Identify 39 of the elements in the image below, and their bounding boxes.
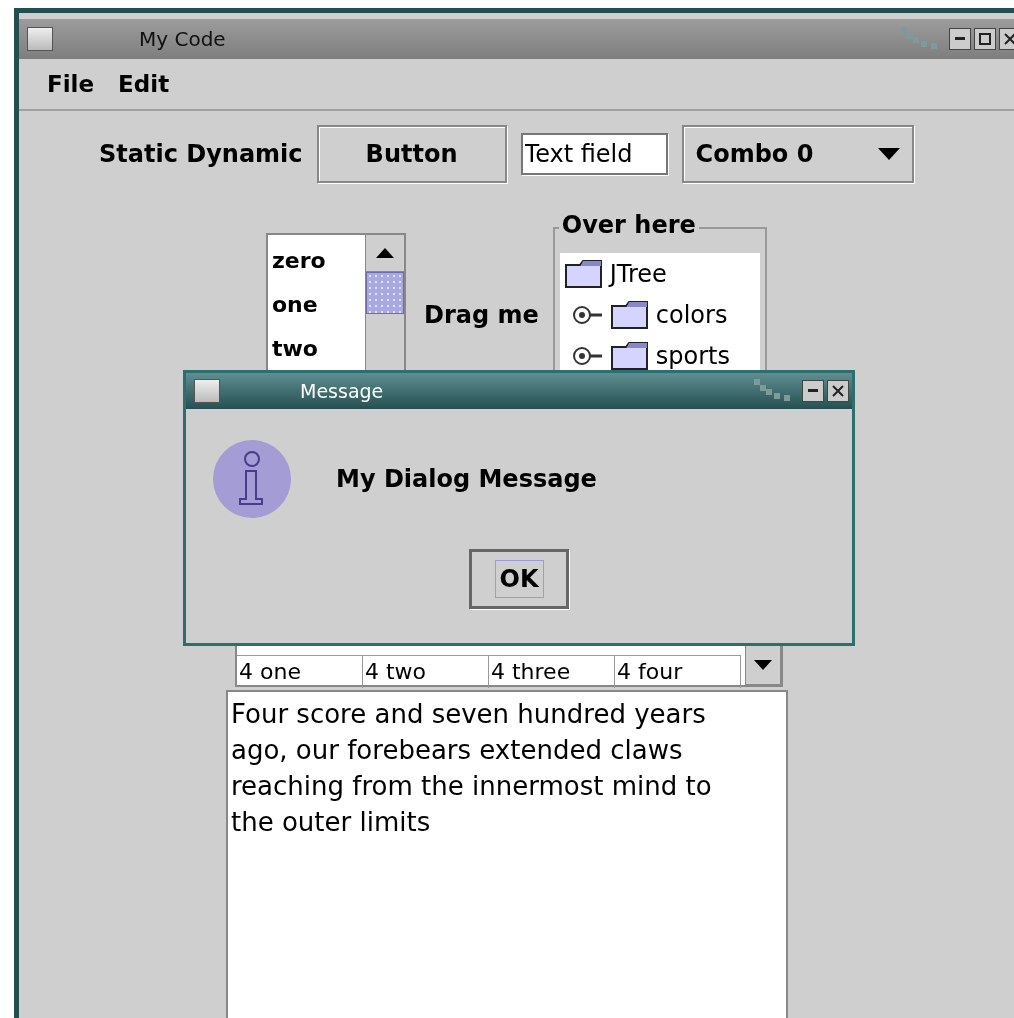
maximize-icon (979, 33, 991, 45)
tree-node[interactable]: JTree (609, 259, 667, 288)
tree-node[interactable]: colors (655, 300, 728, 329)
tree-node[interactable]: sports (655, 341, 730, 370)
window-menu-button[interactable] (27, 27, 53, 51)
close-icon (1004, 33, 1014, 45)
minimize-button[interactable] (802, 380, 824, 402)
scroll-thumb[interactable] (366, 272, 404, 314)
ok-button[interactable]: OK (469, 549, 569, 609)
dialog-title: Message (300, 380, 385, 402)
minimize-icon (808, 389, 818, 393)
drag-label[interactable]: Drag me (424, 301, 539, 329)
minimize-icon (955, 37, 965, 41)
push-button[interactable]: Button (316, 125, 507, 183)
dialog-message: My Dialog Message (336, 465, 597, 493)
dropdown-arrow-icon (877, 148, 900, 160)
combo-box[interactable]: Combo 0 (681, 125, 914, 183)
window-title: My Code (139, 27, 227, 51)
list-item[interactable]: one (272, 283, 361, 327)
table-cell: 4 three (489, 656, 615, 688)
text-field[interactable]: Text field (520, 133, 668, 175)
list-item[interactable]: two (272, 327, 361, 371)
close-icon (832, 385, 844, 397)
folder-icon (609, 299, 650, 330)
table-cell: 4 four (615, 656, 741, 688)
maximize-button[interactable] (974, 28, 996, 50)
menu-item[interactable]: File (41, 71, 113, 97)
minimize-button[interactable] (949, 28, 971, 50)
folder-icon (563, 258, 604, 289)
table-cell: 4 one (237, 656, 363, 688)
label-text: Static Dynamic (99, 140, 303, 168)
folder-icon (609, 340, 650, 371)
window-menu-button[interactable] (194, 379, 220, 403)
text-area[interactable]: Four score and seven hundred years ago, our forebears extended claws reaching from the innermost mind to the outer limits (226, 690, 788, 1018)
table-cell: 4 two (363, 656, 489, 688)
close-button[interactable] (827, 380, 849, 402)
list-item[interactable]: zero (272, 239, 361, 283)
info-icon (212, 439, 292, 519)
menu-item[interactable]: Edit (112, 71, 188, 97)
